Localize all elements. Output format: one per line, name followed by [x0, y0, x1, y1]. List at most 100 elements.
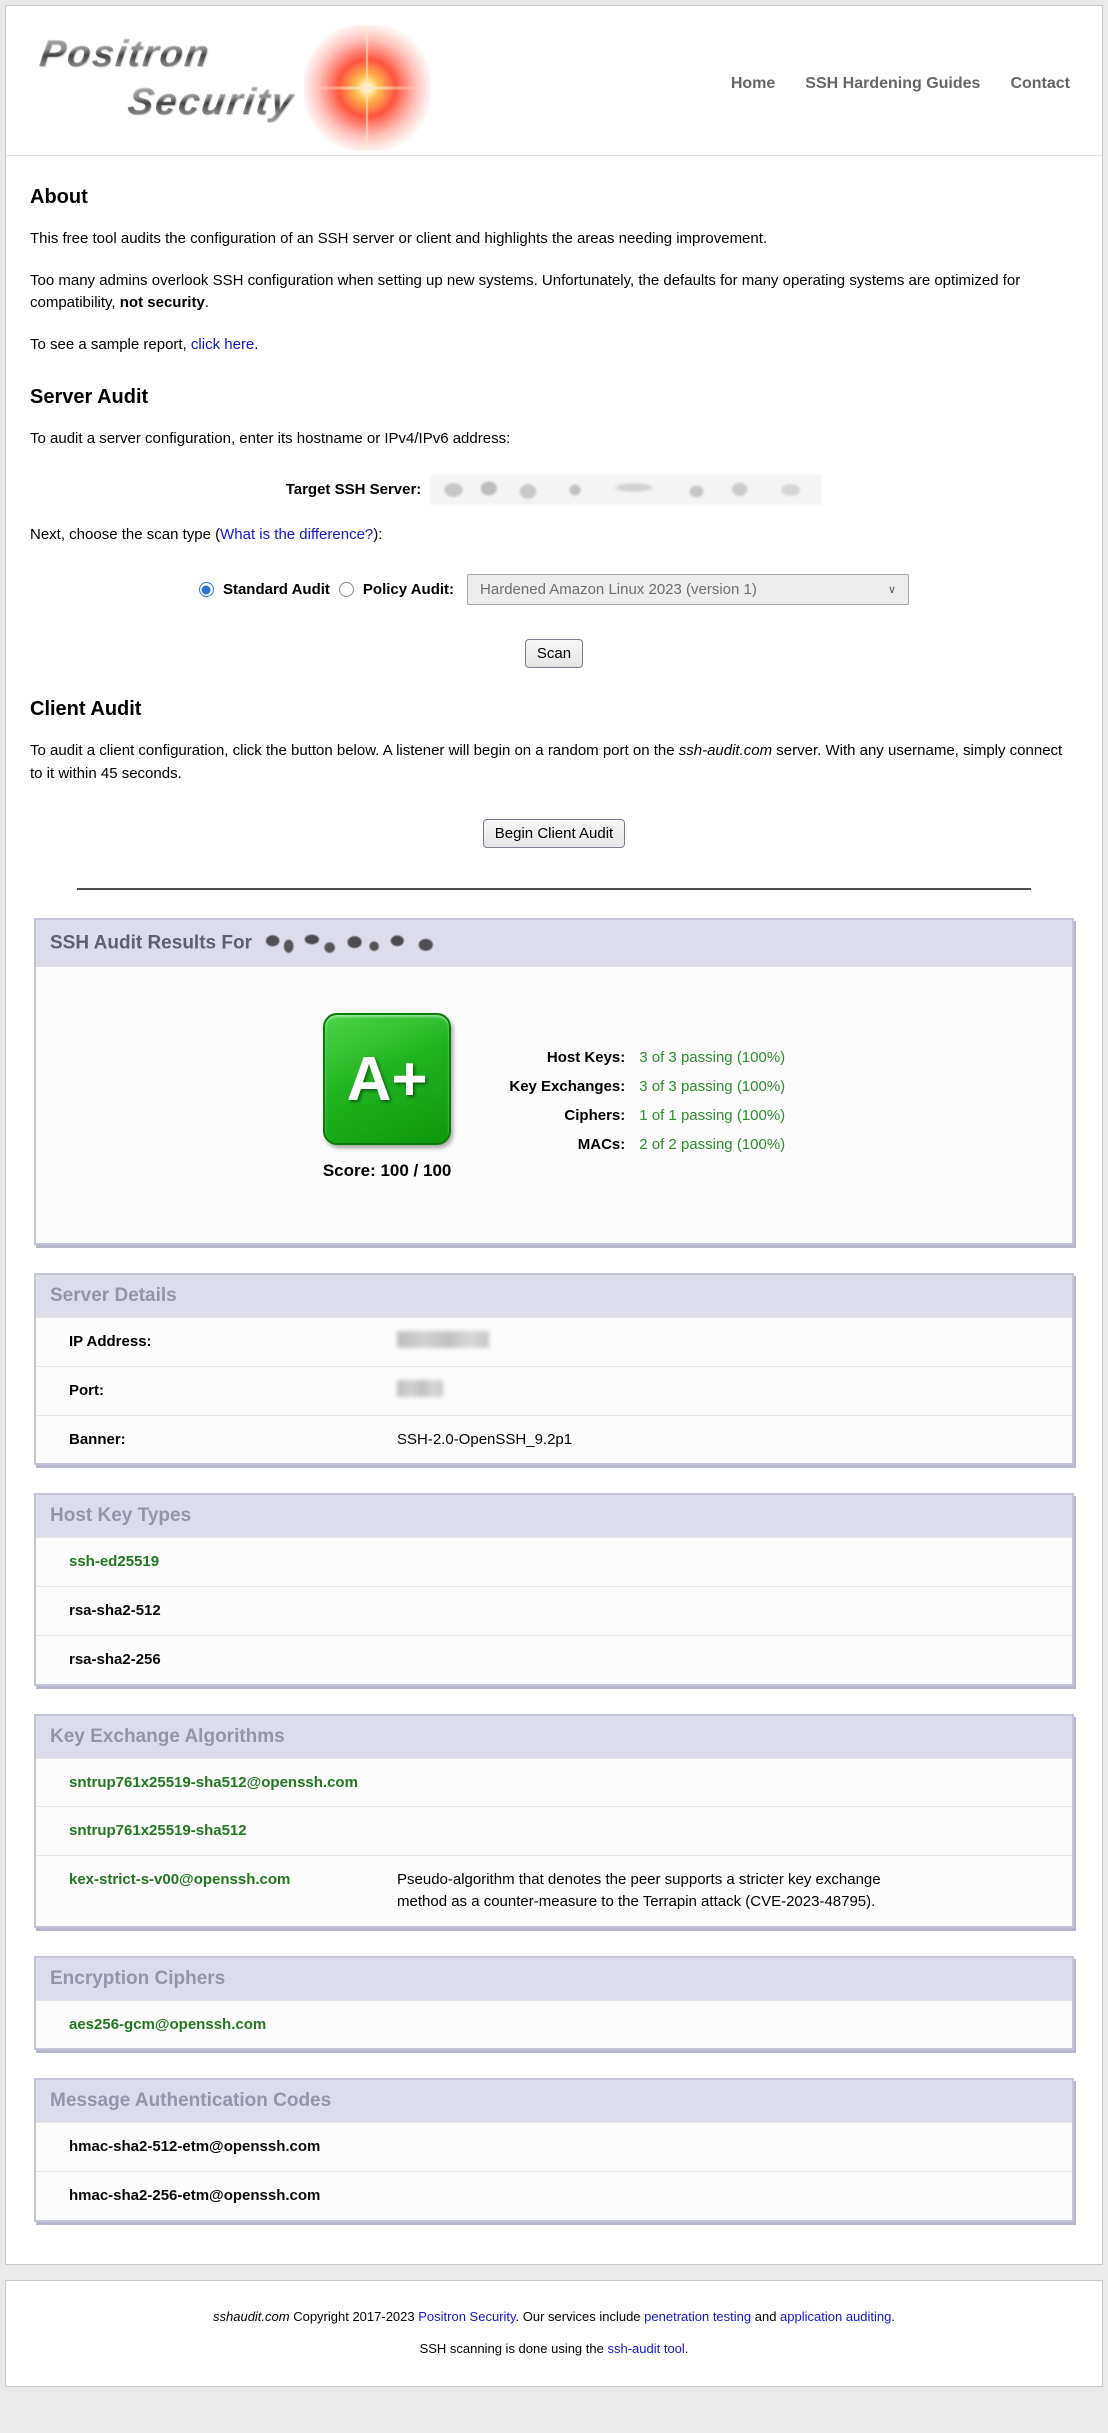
main-nav: Home SSH Hardening Guides Contact	[731, 75, 1070, 93]
redacted-hostname	[262, 930, 440, 957]
footer-scanning-text: SSH scanning is done using the	[420, 2341, 608, 2356]
server-audit-heading: Server Audit	[30, 386, 1078, 409]
about-paragraph-2: Too many admins overlook SSH configurati…	[30, 270, 1078, 315]
client-audit-paragraph: To audit a client configuration, click t…	[30, 740, 1078, 785]
scan-button-row: Scan	[30, 639, 1078, 668]
ip-address-label: IP Address:	[69, 1331, 364, 1353]
table-row: rsa-sha2-256	[36, 1635, 1072, 1684]
mac-item: hmac-sha2-256-etm@openssh.com	[69, 2185, 364, 2207]
table-row: hmac-sha2-512-etm@openssh.com	[36, 2122, 1072, 2171]
ssh-audit-results-panel: SSH Audit Results For A+ Score: 100 / 10…	[34, 918, 1074, 1245]
logo-word-security: Security	[125, 81, 297, 124]
grade-badge: A+	[323, 1013, 451, 1145]
server-details-panel: Server Details IP Address: Port: Banner:…	[34, 1273, 1074, 1465]
footer-period: .	[891, 2309, 895, 2324]
sample-report-link[interactable]: click here	[191, 336, 254, 353]
table-row: kex-strict-s-v00@openssh.com Pseudo-algo…	[36, 1855, 1072, 1926]
target-server-label: Target SSH Server:	[286, 481, 422, 498]
standard-audit-label[interactable]: Standard Audit	[223, 581, 330, 598]
footer-line-1: sshaudit.com Copyright 2017-2023 Positro…	[26, 2309, 1082, 2324]
host-key-item: rsa-sha2-512	[69, 1600, 364, 1622]
stat-label-host-keys: Host Keys:	[509, 1049, 625, 1066]
grade-column: A+ Score: 100 / 100	[323, 1013, 452, 1181]
policy-audit-label[interactable]: Policy Audit:	[363, 581, 454, 598]
footer-services-text: . Our services include	[516, 2309, 645, 2324]
redacted-ip-value	[397, 1331, 489, 1348]
kex-item: sntrup761x25519-sha512@openssh.com	[69, 1772, 364, 1794]
stat-value-macs: 2 of 2 passing (100%)	[639, 1136, 785, 1153]
macs-panel: Message Authentication Codes hmac-sha2-5…	[34, 2078, 1074, 2222]
about-paragraph-3: To see a sample report, click here.	[30, 334, 1078, 357]
stats-grid: Host Keys: 3 of 3 passing (100%) Key Exc…	[509, 1049, 785, 1153]
scan-type-text: Next, choose the scan type (	[30, 526, 220, 543]
footer-copyright-text: Copyright 2017-2023	[290, 2309, 419, 2324]
policy-select[interactable]: Hardened Amazon Linux 2023 (version 1) ∨	[467, 574, 909, 605]
table-row: Port:	[36, 1366, 1072, 1415]
sample-report-end: .	[254, 336, 258, 353]
chevron-down-icon: ∨	[888, 583, 896, 596]
banner-label: Banner:	[69, 1429, 364, 1451]
footer-company-link[interactable]: Positron Security	[418, 2309, 515, 2324]
positron-security-logo[interactable]: Positron Security	[32, 25, 432, 143]
nav-contact[interactable]: Contact	[1010, 75, 1070, 93]
begin-client-audit-button[interactable]: Begin Client Audit	[483, 819, 625, 848]
scan-type-difference-link[interactable]: What is the difference?	[220, 526, 373, 543]
about-paragraph-1: This free tool audits the configuration …	[30, 228, 1078, 251]
kex-item: sntrup761x25519-sha512	[69, 1820, 364, 1842]
site-footer: sshaudit.com Copyright 2017-2023 Positro…	[5, 2280, 1103, 2387]
table-row: sntrup761x25519-sha512	[36, 1806, 1072, 1855]
host-key-item: ssh-ed25519	[69, 1551, 364, 1573]
sample-report-text: To see a sample report,	[30, 336, 191, 353]
table-row: aes256-gcm@openssh.com	[36, 2000, 1072, 2049]
target-server-row: Target SSH Server:	[30, 475, 1078, 505]
site-header: Positron Security Home SSH Hardening Gui…	[6, 6, 1102, 156]
page-content: About This free tool audits the configur…	[6, 186, 1102, 848]
stat-label-key-exchanges: Key Exchanges:	[509, 1078, 625, 1095]
nav-home[interactable]: Home	[731, 75, 775, 93]
host-key-types-panel: Host Key Types ssh-ed25519 rsa-sha2-512 …	[34, 1493, 1074, 1685]
scan-type-row: Standard Audit Policy Audit: Hardened Am…	[30, 574, 1078, 605]
table-row: sntrup761x25519-sha512@openssh.com	[36, 1758, 1072, 1807]
stat-value-host-keys: 3 of 3 passing (100%)	[639, 1049, 785, 1066]
about-p2-bold: not security	[120, 294, 205, 311]
results-panel-header: SSH Audit Results For	[36, 920, 1072, 967]
client-audit-text: To audit a client configuration, click t…	[30, 742, 679, 759]
kex-item: kex-strict-s-v00@openssh.com	[69, 1869, 364, 1891]
scan-type-end: ):	[373, 526, 382, 543]
client-audit-button-row: Begin Client Audit	[30, 819, 1078, 848]
key-exchange-header: Key Exchange Algorithms	[36, 1716, 1072, 1758]
about-heading: About	[30, 186, 1078, 209]
stat-label-ciphers: Ciphers:	[509, 1107, 625, 1124]
grade-letter: A+	[347, 1044, 428, 1115]
kex-item-note: Pseudo-algorithm that denotes the peer s…	[397, 1869, 922, 1913]
footer-pentest-link[interactable]: penetration testing	[644, 2309, 751, 2324]
table-row: ssh-ed25519	[36, 1537, 1072, 1586]
results-divider	[77, 888, 1031, 890]
grade-section: A+ Score: 100 / 100 Host Keys: 3 of 3 pa…	[36, 967, 1072, 1243]
table-row: hmac-sha2-256-etm@openssh.com	[36, 2171, 1072, 2220]
redacted-port-value	[397, 1380, 443, 1397]
scan-button[interactable]: Scan	[525, 639, 583, 668]
stat-value-ciphers: 1 of 1 passing (100%)	[639, 1107, 785, 1124]
footer-appaudit-link[interactable]: application auditing	[780, 2309, 891, 2324]
stat-value-key-exchanges: 3 of 3 passing (100%)	[639, 1078, 785, 1095]
nav-ssh-hardening-guides[interactable]: SSH Hardening Guides	[805, 75, 980, 93]
stat-label-macs: MACs:	[509, 1136, 625, 1153]
footer-line-2: SSH scanning is done using the ssh-audit…	[26, 2341, 1082, 2356]
key-exchange-panel: Key Exchange Algorithms sntrup761x25519-…	[34, 1714, 1074, 1928]
results-title: SSH Audit Results For	[50, 933, 252, 954]
server-audit-intro: To audit a server configuration, enter i…	[30, 428, 1078, 451]
standard-audit-radio[interactable]	[199, 582, 214, 597]
macs-header: Message Authentication Codes	[36, 2080, 1072, 2122]
target-server-input[interactable]	[430, 475, 822, 505]
client-audit-heading: Client Audit	[30, 698, 1078, 721]
cipher-item: aes256-gcm@openssh.com	[69, 2014, 364, 2036]
main-page-card: Positron Security Home SSH Hardening Gui…	[5, 5, 1103, 2265]
footer-sshaudit-tool-link[interactable]: ssh-audit tool	[607, 2341, 684, 2356]
host-key-item: rsa-sha2-256	[69, 1649, 364, 1671]
score-label: Score: 100 / 100	[323, 1161, 452, 1181]
encryption-ciphers-panel: Encryption Ciphers aes256-gcm@openssh.co…	[34, 1956, 1074, 2051]
scan-type-paragraph: Next, choose the scan type (What is the …	[30, 524, 1078, 547]
policy-audit-radio[interactable]	[339, 582, 354, 597]
host-key-types-header: Host Key Types	[36, 1495, 1072, 1537]
